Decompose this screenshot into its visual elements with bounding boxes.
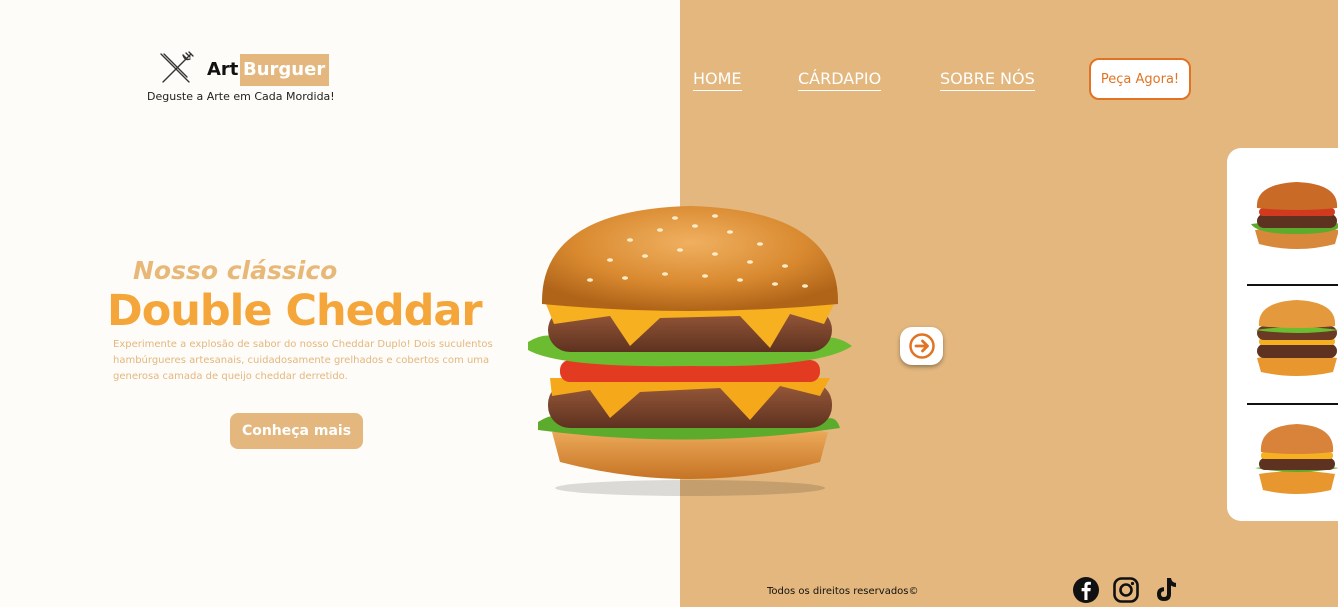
brand-name-part1: Art xyxy=(207,59,239,80)
thumbnail-divider xyxy=(1247,284,1338,286)
cutlery-icon xyxy=(160,51,194,83)
nav-about-link[interactable]: SOBRE NÓS xyxy=(940,69,1035,91)
burger-thumbnail-2[interactable] xyxy=(1247,298,1338,388)
next-slide-button[interactable] xyxy=(900,327,943,365)
hero-title: Double Cheddar xyxy=(107,286,483,336)
hero-subtitle: Nosso clássico xyxy=(133,256,338,285)
copyright-text: Todos os direitos reservados© xyxy=(767,586,919,597)
tiktok-icon[interactable] xyxy=(1152,576,1180,604)
facebook-icon[interactable] xyxy=(1072,576,1100,604)
burger-thumbnails-panel xyxy=(1227,148,1338,521)
instagram-icon[interactable] xyxy=(1112,576,1140,604)
nav-home-link[interactable]: HOME xyxy=(693,69,742,91)
brand-tagline: Deguste a Arte em Cada Mordida! xyxy=(147,90,335,103)
hero-description: Experimente a explosão de sabor do nosso… xyxy=(113,339,493,382)
main-burger-image xyxy=(528,206,852,496)
learn-more-button[interactable]: Conheça mais xyxy=(230,413,363,449)
thumbnail-divider xyxy=(1247,403,1338,405)
nav-menu-link[interactable]: CÁRDAPIO xyxy=(798,69,882,91)
brand-logo[interactable]: Art Burguer Deguste a Arte em Cada Mordi… xyxy=(147,50,337,110)
brand-name-part2: Burguer xyxy=(240,54,330,86)
burger-thumbnail-1[interactable] xyxy=(1247,178,1338,268)
order-now-button[interactable]: Peça Agora! xyxy=(1089,58,1191,100)
arrow-right-icon xyxy=(908,333,935,359)
burger-thumbnail-3[interactable] xyxy=(1247,418,1338,508)
